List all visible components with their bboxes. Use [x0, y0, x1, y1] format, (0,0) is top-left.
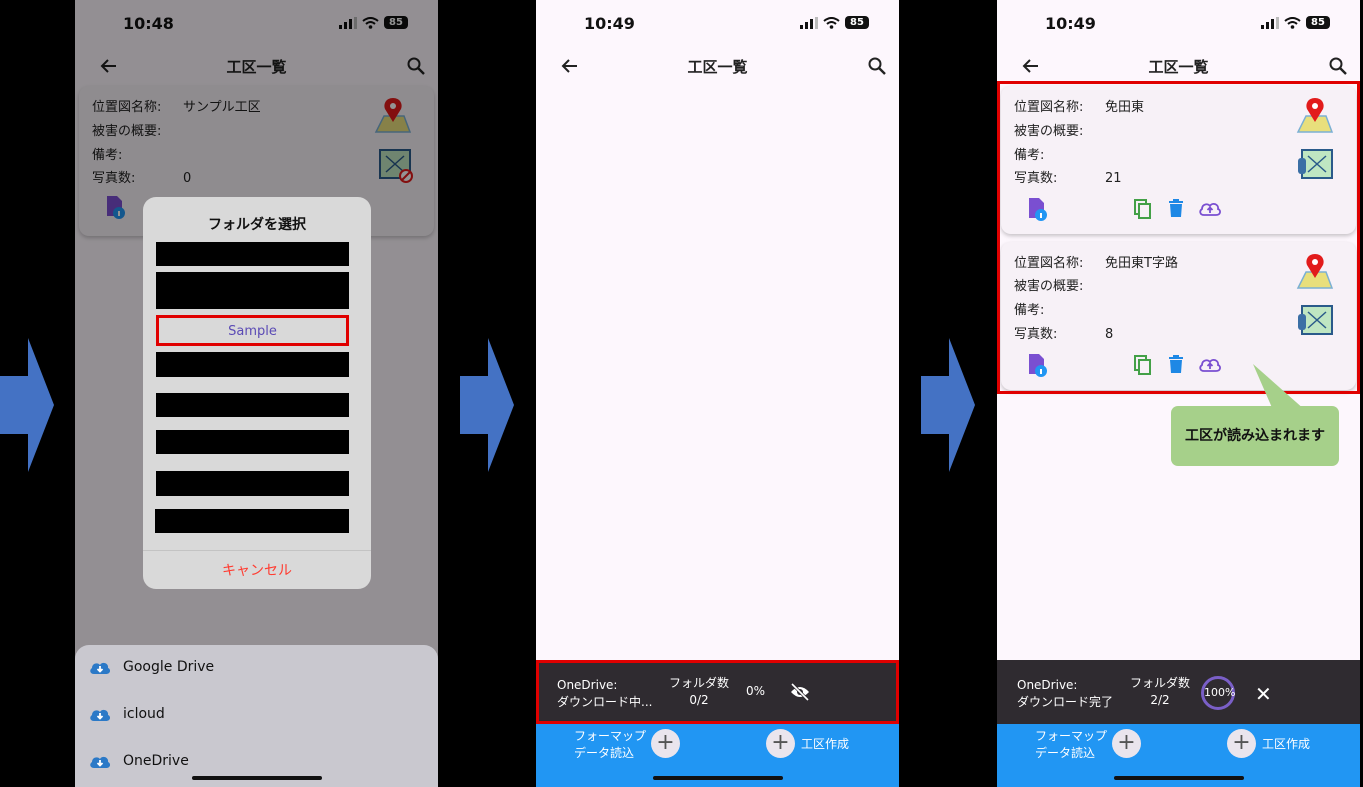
folder-option-redacted-4[interactable] [156, 393, 349, 417]
format-import-button[interactable]: + [1112, 729, 1141, 758]
cloud-download-icon [90, 756, 111, 768]
signal-icon [800, 16, 818, 29]
plus-icon: + [1232, 730, 1251, 755]
phone-screen-downloading: 10:49 85 工区一覧 OneDrive: ダウンロード中... フォルダ数 0… [536, 0, 899, 787]
app-bar: 工区一覧 [536, 48, 899, 86]
folder-option-redacted-1[interactable] [156, 242, 349, 266]
callout-note: 工区が読み込まれます [1171, 406, 1339, 466]
create-area-button[interactable]: + [766, 729, 795, 758]
step-arrow-1 [0, 338, 54, 472]
folder-count-value: 2/2 [1150, 693, 1170, 707]
page-title: 工区一覧 [687, 58, 748, 76]
status-time: 10:49 [1045, 14, 1096, 33]
search-icon[interactable] [1328, 56, 1348, 76]
storage-sheet: Google Drive icloud OneDrive [75, 645, 438, 787]
callout-pointer [1253, 364, 1305, 410]
folder-select-dialog: フォルダを選択 Sample キャンセル [143, 197, 371, 589]
cloud-download-icon [90, 662, 111, 674]
cloud-download-icon [90, 709, 111, 721]
folder-option-redacted-6[interactable] [156, 471, 349, 496]
folder-count-value: 0/2 [689, 693, 709, 707]
plus-icon: + [771, 730, 790, 755]
format-import-label: フォーマップ データ読込 [574, 729, 647, 760]
format-import-button[interactable]: + [651, 729, 680, 758]
status-time: 10:49 [584, 14, 635, 33]
sheet-item-onedrive[interactable]: OneDrive [89, 753, 189, 769]
battery-indicator: 85 [845, 16, 869, 29]
eye-off-icon[interactable] [790, 683, 810, 701]
close-icon[interactable]: ✕ [1255, 682, 1272, 706]
folder-option-redacted-2[interactable] [156, 272, 349, 309]
sheet-item-google-drive[interactable]: Google Drive [89, 659, 214, 675]
sheet-item-label: Google Drive [123, 659, 215, 675]
plus-icon: + [1117, 730, 1136, 755]
sheet-item-icloud[interactable]: icloud [89, 706, 165, 722]
page-title: 工区一覧 [1148, 58, 1209, 76]
phone-screen-loaded: 10:49 85 工区一覧 位置図名称: 免田東 被害の概要: 備考: 写真数: 2… [997, 0, 1360, 787]
step-arrow-3 [921, 338, 975, 472]
folder-count-label: フォルダ数 [1129, 676, 1190, 690]
signal-icon [1261, 16, 1279, 29]
plus-icon: + [656, 730, 675, 755]
battery-indicator: 85 [1306, 16, 1330, 29]
download-status: ダウンロード中... [557, 695, 653, 709]
download-status-bar: OneDrive: ダウンロード完了 フォルダ数 2/2 [997, 660, 1360, 724]
service-label: OneDrive: [1017, 678, 1078, 692]
search-icon[interactable] [867, 56, 887, 76]
format-import-label: フォーマップ データ読込 [1035, 729, 1108, 760]
create-area-button[interactable]: + [1227, 729, 1256, 758]
phone-screen-folder-select: 10:48 85 工区一覧 位置図名称: サンプル工区 被害の概要: 備考: 写真… [75, 0, 438, 787]
step-arrow-2 [460, 338, 514, 472]
folder-option-redacted-7[interactable] [155, 509, 349, 533]
download-status: ダウンロード完了 [1017, 695, 1114, 709]
dialog-title: フォルダを選択 [208, 217, 306, 233]
status-bar: 10:49 85 [536, 0, 899, 48]
divider [143, 550, 371, 551]
folder-option-redacted-3[interactable] [156, 352, 349, 377]
folder-option-redacted-5[interactable] [156, 430, 349, 454]
create-area-label[interactable]: 工区作成 [801, 735, 849, 752]
progress-ring: 100% [1201, 676, 1235, 710]
wifi-icon [1284, 16, 1301, 29]
sheet-item-label: icloud [123, 706, 165, 722]
folder-count-label: フォルダ数 [668, 676, 729, 690]
cancel-button[interactable]: キャンセル [143, 560, 371, 580]
download-status-bar: OneDrive: ダウンロード中... フォルダ数 0/2 0% [536, 660, 899, 724]
loaded-cards-highlight [997, 81, 1360, 394]
sheet-item-label: OneDrive [123, 753, 189, 769]
home-indicator [191, 776, 322, 780]
folder-option-sample[interactable]: Sample [156, 315, 349, 346]
service-label: OneDrive: [557, 678, 618, 692]
wifi-icon [823, 16, 840, 29]
create-area-label[interactable]: 工区作成 [1262, 735, 1310, 752]
status-bar: 10:49 85 [997, 0, 1360, 48]
home-indicator [652, 776, 783, 780]
download-percent: 0% [746, 684, 766, 698]
home-indicator [1113, 776, 1244, 780]
